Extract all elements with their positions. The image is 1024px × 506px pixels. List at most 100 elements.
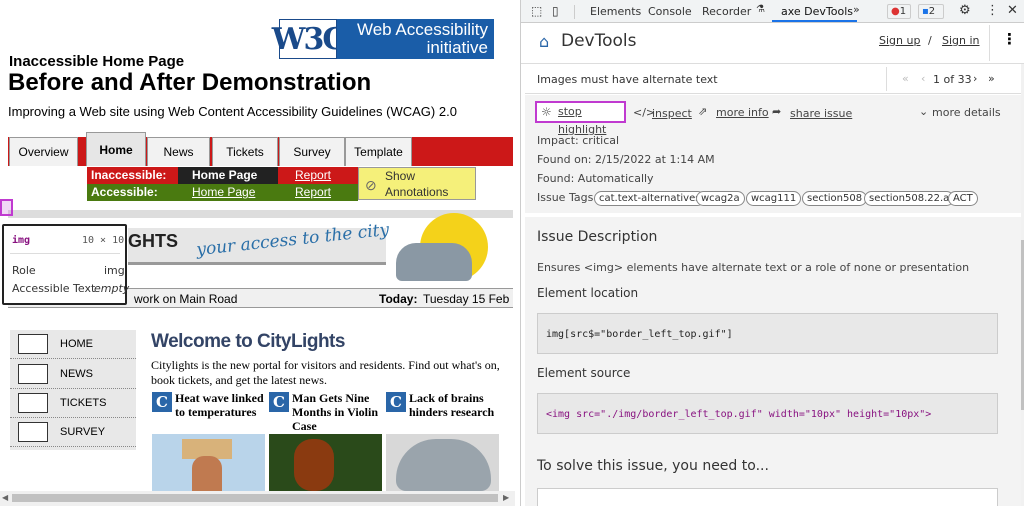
- menu-item-news[interactable]: NEWS: [10, 360, 136, 389]
- accessible-report-link[interactable]: Report: [278, 184, 358, 201]
- news-item[interactable]: C Heat wave linked to temperatures: [152, 391, 265, 491]
- tab-tickets[interactable]: Tickets: [212, 137, 278, 166]
- accessible-home-link[interactable]: Home Page: [178, 184, 278, 201]
- error-icon: ●: [891, 6, 900, 17]
- element-source-code[interactable]: <img src="./img/border_left_top.gif" wid…: [537, 393, 998, 434]
- today-label: Today:: [379, 292, 418, 306]
- tab-elements[interactable]: Elements: [590, 5, 641, 18]
- issue-tag: section508: [802, 191, 868, 206]
- sign-in-link[interactable]: Sign in: [942, 34, 980, 47]
- found-on-text: Found on: 2/15/2022 at 1:14 AM: [537, 153, 715, 166]
- more-info-link[interactable]: more info: [716, 106, 769, 119]
- tooltip-tag: img: [12, 235, 31, 246]
- news-item[interactable]: C Man Gets Nine Months in Violin Case: [269, 391, 382, 491]
- more-tabs-icon[interactable]: »: [853, 3, 860, 16]
- sign-up-link[interactable]: Sign up: [879, 34, 920, 47]
- axe-menu-icon[interactable]: ⋮: [1002, 30, 1017, 48]
- auth-separator: /: [928, 34, 932, 47]
- accessible-row: Accessible: Home Page Report: [87, 184, 358, 201]
- solve-heading: To solve this issue, you need to...: [537, 458, 769, 474]
- tab-template[interactable]: Template: [345, 137, 412, 166]
- violin-shape: [294, 439, 334, 491]
- issue-description-heading: Issue Description: [537, 229, 658, 245]
- news-title[interactable]: Man Gets Nine Months in Violin Case: [292, 391, 384, 433]
- inspect-link[interactable]: inspect: [652, 107, 692, 120]
- next-issue-icon[interactable]: ›: [973, 72, 977, 85]
- inaccessible-report-link[interactable]: Report: [278, 167, 358, 184]
- scroll-right-icon[interactable]: ▶: [503, 493, 509, 502]
- first-issue-icon[interactable]: «: [902, 72, 909, 85]
- gear-icon[interactable]: ⚙: [959, 3, 971, 18]
- show-annotations-button[interactable]: ⊘ Show Annotations: [358, 167, 476, 200]
- tab-survey[interactable]: Survey: [279, 137, 345, 166]
- intro-text: Citylights is the new portal for visitor…: [151, 358, 500, 387]
- menu-item-home[interactable]: HOME: [10, 330, 136, 359]
- errors-badge[interactable]: ●1: [887, 4, 911, 19]
- close-icon[interactable]: ✕: [1007, 3, 1018, 18]
- citylights-c-icon: C: [386, 392, 406, 412]
- solve-box: [537, 488, 998, 506]
- show-annotations-label: Show Annotations: [385, 169, 449, 199]
- element-location-heading: Element location: [537, 286, 639, 300]
- page-description: Improving a Web site using Web Content A…: [8, 104, 457, 119]
- kebab-menu-icon[interactable]: ⋮: [986, 3, 999, 18]
- menu-label: TICKETS: [60, 397, 107, 409]
- share-issue-link[interactable]: share issue: [790, 107, 852, 120]
- devtools-panel: ⬚ ▯ Elements Console Recorder ⚗ axe DevT…: [520, 0, 1024, 506]
- ticket-icon: [18, 393, 48, 413]
- axe-title: DevTools: [561, 31, 637, 51]
- flask-icon: ⚗: [756, 4, 765, 15]
- errors-count: 1: [899, 6, 907, 17]
- chevron-down-icon[interactable]: ⌄: [919, 105, 928, 118]
- wai-logo[interactable]: Web Accessibility initiative: [337, 19, 494, 59]
- tab-home[interactable]: Home: [86, 132, 146, 166]
- impact-text: Impact: critical: [537, 134, 620, 147]
- tab-console[interactable]: Console: [648, 5, 692, 18]
- news-image-violin: [269, 434, 382, 491]
- today-date: Tuesday 15 Feb: [423, 292, 510, 306]
- element-location-code[interactable]: img[src$="border_left_top.gif"]: [537, 313, 998, 354]
- news-title[interactable]: Heat wave linked to temperatures: [175, 391, 267, 419]
- issue-title: Images must have alternate text: [537, 73, 718, 86]
- stop-highlight-button[interactable]: ☼ stop highlight: [535, 101, 626, 136]
- scroll-left-icon[interactable]: ◀: [2, 493, 8, 502]
- prev-issue-icon[interactable]: ‹: [921, 72, 925, 85]
- messages-count: 2: [928, 6, 936, 17]
- menu-label: NEWS: [60, 368, 93, 380]
- tab-overview[interactable]: Overview: [9, 137, 78, 166]
- found-text: Found: Automatically: [537, 172, 654, 185]
- element-highlight: [0, 199, 13, 216]
- accessible-label: Accessible:: [87, 184, 178, 201]
- page-subtitle-small: Inaccessible Home Page: [9, 53, 185, 70]
- active-tab-indicator: [772, 20, 857, 22]
- menu-item-survey[interactable]: SURVEY: [10, 418, 136, 447]
- device-toggle-icon[interactable]: ▯: [552, 4, 559, 18]
- news-item[interactable]: C Lack of brains hinders research: [386, 391, 499, 491]
- inspect-element-icon[interactable]: ⬚: [531, 4, 542, 18]
- tab-news[interactable]: News: [147, 137, 210, 166]
- citylights-c-icon: C: [152, 392, 172, 412]
- menu-item-tickets[interactable]: TICKETS: [10, 389, 136, 418]
- axe-header: ⌂ DevTools Sign up / Sign in ⋮: [521, 23, 1024, 64]
- messages-badge[interactable]: ▪2: [918, 4, 944, 19]
- issue-details: Issue Description Ensures <img> elements…: [525, 217, 1021, 506]
- cloud-icon: [396, 243, 472, 281]
- horizontal-scroll-thumb[interactable]: [12, 494, 498, 502]
- issue-description: Ensures <img> elements have alternate te…: [537, 261, 970, 274]
- last-issue-icon[interactable]: »: [988, 72, 995, 85]
- tooltip-size: 10 × 10: [82, 235, 125, 246]
- tooltip-role-value: img: [104, 264, 125, 277]
- w3c-logo[interactable]: W3C: [272, 19, 346, 59]
- tab-recorder[interactable]: Recorder: [702, 5, 751, 18]
- pager-divider: [886, 67, 887, 91]
- issue-tag: wcag111: [746, 191, 802, 206]
- page-title: Before and After Demonstration: [8, 69, 372, 96]
- tab-axe-devtools[interactable]: axe DevTools: [781, 5, 853, 18]
- building-icon: [18, 334, 48, 354]
- clipboard-icon: [18, 422, 48, 442]
- axe-logo-icon: ⌂: [539, 32, 550, 51]
- inspect-tooltip: img 10 × 10 Role img Accessible Text emp…: [2, 224, 129, 305]
- banner-brand-text: GHTS: [128, 231, 179, 251]
- news-title[interactable]: Lack of brains hinders research: [409, 391, 501, 419]
- more-details-toggle[interactable]: more details: [932, 106, 1001, 119]
